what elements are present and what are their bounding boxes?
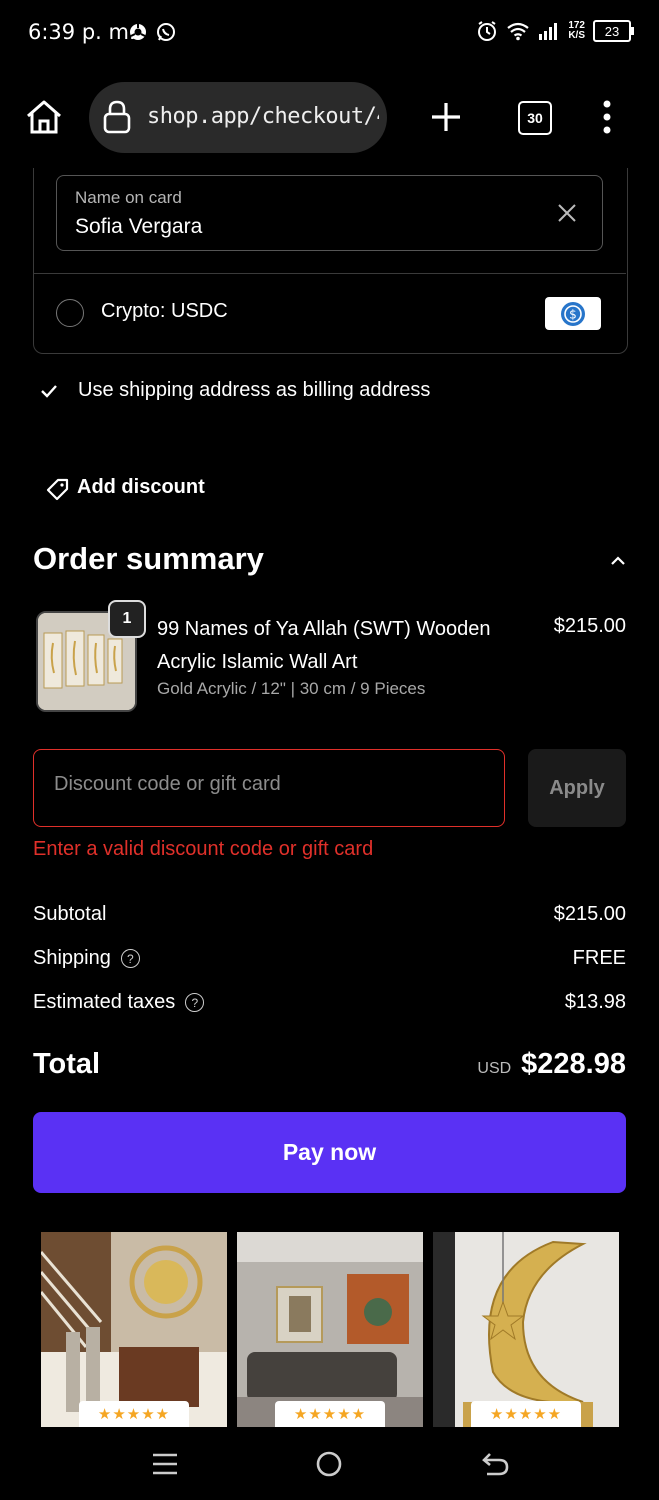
crypto-option-label[interactable]: Crypto: USDC xyxy=(101,300,228,323)
discount-error-message: Enter a valid discount code or gift card xyxy=(33,838,374,860)
status-time: 6:39 p. m. xyxy=(28,20,136,44)
star-rating: ★★★★★ xyxy=(275,1401,385,1427)
shipping-row: Shipping? FREE xyxy=(33,947,626,970)
star-rating: ★★★★★ xyxy=(79,1401,189,1427)
status-bar: 6:39 p. m. 172 K/S 23 xyxy=(0,0,659,66)
checkmark-icon[interactable] xyxy=(40,383,58,399)
subtotal-label: Subtotal xyxy=(33,903,107,925)
network-speed: 172 K/S xyxy=(568,20,585,41)
crypto-radio[interactable] xyxy=(56,299,84,327)
usdc-icon: $ xyxy=(561,301,585,326)
discount-code-input[interactable] xyxy=(52,772,486,797)
usdc-logo: $ xyxy=(545,297,601,330)
recent-apps-icon[interactable] xyxy=(152,1452,178,1476)
name-on-card-field[interactable]: Name on card Sofia Vergara xyxy=(56,175,603,251)
total-row: Total USD $228.98 xyxy=(33,1048,626,1081)
name-on-card-value[interactable]: Sofia Vergara xyxy=(75,215,202,239)
product-variant: Gold Acrylic / 12" | 30 cm / 9 Pieces xyxy=(157,679,426,698)
status-right-icons: 172 K/S 23 xyxy=(476,20,634,42)
svg-text:$: $ xyxy=(569,307,577,321)
total-currency: USD xyxy=(477,1060,512,1077)
lock-icon xyxy=(103,100,131,134)
subtotal-value: $215.00 xyxy=(553,903,626,925)
shipping-value: FREE xyxy=(572,947,626,969)
product-name: 99 Names of Ya Allah (SWT) Wooden Acryli… xyxy=(157,618,491,673)
url-text: shop.app/checkout/4 xyxy=(147,104,379,129)
back-icon[interactable] xyxy=(481,1451,509,1477)
signal-icon xyxy=(539,23,558,40)
discount-code-field[interactable] xyxy=(33,749,505,827)
shipping-help-icon[interactable]: ? xyxy=(120,949,140,969)
total-label: Total xyxy=(33,1048,101,1080)
star-rating: ★★★★★ xyxy=(471,1401,581,1427)
chrome-icon xyxy=(130,24,146,40)
product-price: $215.00 xyxy=(553,615,626,637)
chevron-up-icon[interactable] xyxy=(610,555,626,567)
new-tab-icon[interactable] xyxy=(430,101,462,133)
taxes-value: $13.98 xyxy=(564,991,626,1013)
taxes-help-icon[interactable]: ? xyxy=(185,993,205,1013)
alarm-icon xyxy=(478,21,497,41)
quantity-badge: 1 xyxy=(108,600,146,638)
pay-now-button[interactable]: Pay now xyxy=(33,1112,626,1193)
url-bar[interactable]: shop.app/checkout/4 xyxy=(89,82,387,153)
panel-divider xyxy=(34,273,626,274)
wifi-icon xyxy=(507,22,529,41)
status-app-icons xyxy=(128,22,176,42)
home-icon[interactable] xyxy=(24,99,64,135)
tag-icon xyxy=(46,478,69,501)
name-on-card-label: Name on card xyxy=(75,188,182,207)
recommendation-card[interactable]: ★★★★★ xyxy=(237,1232,423,1427)
battery-indicator: 23 xyxy=(593,20,634,42)
home-circle-icon[interactable] xyxy=(316,1451,342,1477)
clear-icon[interactable] xyxy=(557,203,577,223)
recommendation-card[interactable]: ★★★★★ xyxy=(433,1232,619,1427)
subtotal-row: Subtotal $215.00 xyxy=(33,903,626,926)
shipping-label: Shipping xyxy=(33,947,111,969)
more-menu-icon[interactable] xyxy=(600,100,614,134)
tab-switcher-button[interactable]: 30 xyxy=(518,101,552,135)
system-nav-bar xyxy=(0,1430,659,1500)
total-value: $228.98 xyxy=(521,1048,626,1080)
taxes-row: Estimated taxes? $13.98 xyxy=(33,991,626,1014)
apply-button[interactable]: Apply xyxy=(528,749,626,827)
add-discount-link[interactable]: Add discount xyxy=(77,476,205,499)
whatsapp-icon xyxy=(157,23,175,41)
order-summary-title: Order summary xyxy=(33,541,264,576)
taxes-label: Estimated taxes xyxy=(33,991,176,1013)
recommendation-card[interactable]: ★★★★★ xyxy=(41,1232,227,1427)
billing-same-as-shipping[interactable]: Use shipping address as billing address xyxy=(78,379,430,402)
